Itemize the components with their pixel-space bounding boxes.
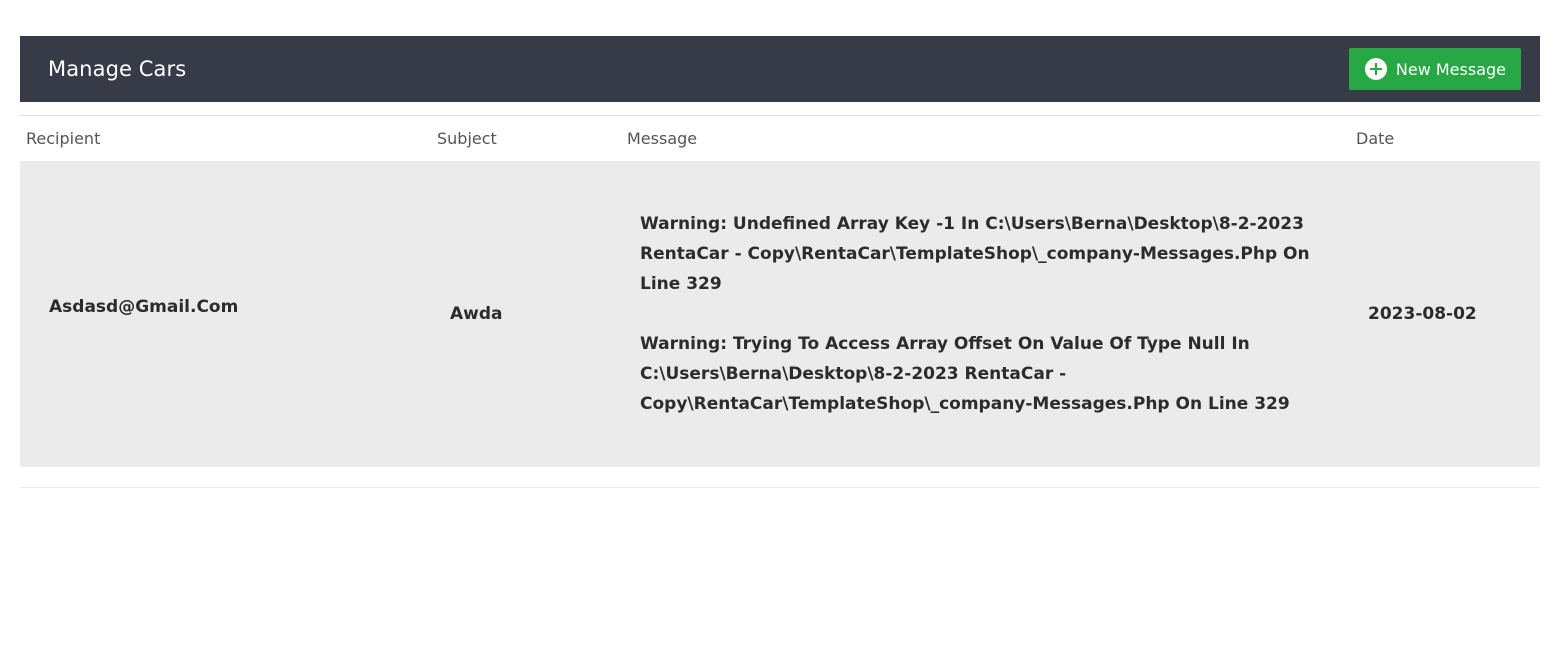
column-header-recipient[interactable]: Recipient: [20, 116, 431, 161]
table-row[interactable]: Asdasd@Gmail.Com Awda Warning: Undefined…: [20, 160, 1540, 467]
recipient-cell: Asdasd@Gmail.Com: [49, 297, 239, 317]
warning-message: Warning: Trying To Access Array Offset O…: [640, 333, 1290, 414]
panel-header: Manage Cars New Message: [20, 36, 1540, 102]
column-header-date[interactable]: Date: [1350, 116, 1540, 161]
subject-cell: Awda: [450, 303, 503, 324]
divider: [20, 486, 1540, 488]
new-message-label: New Message: [1395, 59, 1506, 79]
warning-message: Warning: Undefined Array Key -1 In C:\Us…: [640, 213, 1310, 294]
new-message-button[interactable]: New Message: [1348, 48, 1521, 90]
message-cell: Warning: Undefined Array Key -1 In C:\Us…: [621, 161, 1350, 467]
messages-table: Recipient Subject Message Date Asdasd@Gm…: [20, 115, 1540, 467]
table-header-row: Recipient Subject Message Date: [20, 115, 1540, 161]
manage-cars-panel: Manage Cars New Message Recipient Subjec…: [20, 36, 1540, 488]
date-cell: 2023-08-02: [1368, 303, 1477, 324]
page-title: Manage Cars: [48, 57, 187, 81]
plus-circle-icon: [1364, 58, 1387, 80]
column-header-message[interactable]: Message: [621, 116, 1350, 161]
column-header-subject[interactable]: Subject: [431, 116, 621, 161]
